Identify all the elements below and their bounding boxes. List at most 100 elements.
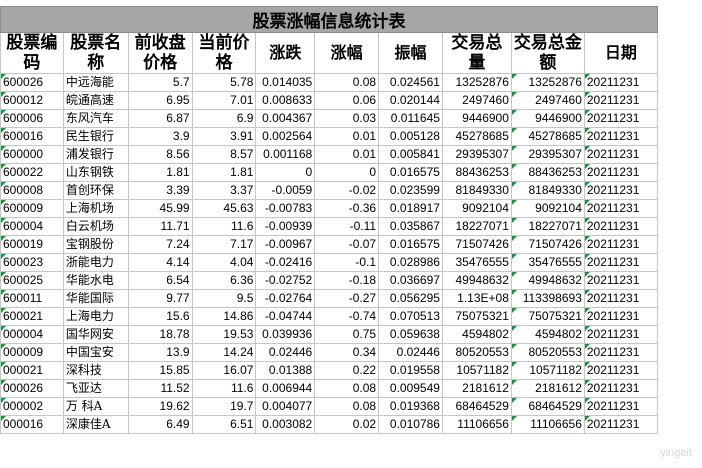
header-stock-code[interactable]: 股票编码 <box>0 32 64 74</box>
cell-change-pct[interactable]: -0.27 <box>314 289 380 308</box>
cell-amplitude[interactable]: 0.02446 <box>378 343 443 362</box>
cell-volume[interactable]: 10571182 <box>441 361 512 380</box>
cell-volume[interactable]: 35476555 <box>441 253 512 272</box>
cell-stock-code[interactable]: 000016 <box>0 415 64 434</box>
cell-prev-close[interactable]: 9.77 <box>127 289 193 308</box>
cell-change[interactable]: -0.04744 <box>255 307 316 326</box>
cell-change-pct[interactable]: 0.01 <box>314 127 380 146</box>
cell-stock-code[interactable]: 600023 <box>0 253 64 272</box>
cell-change-pct[interactable]: 0.03 <box>314 109 380 128</box>
cell-current-price[interactable]: 14.24 <box>191 343 257 362</box>
cell-change-pct[interactable]: 0 <box>314 163 380 182</box>
cell-stock-name[interactable]: 山东钢铁 <box>62 163 129 182</box>
cell-current-price[interactable]: 7.17 <box>191 235 257 254</box>
cell-stock-code[interactable]: 000004 <box>0 325 64 344</box>
cell-amplitude[interactable]: 0.070513 <box>378 307 443 326</box>
cell-volume[interactable]: 88436253 <box>441 163 512 182</box>
cell-stock-code[interactable]: 600019 <box>0 235 64 254</box>
cell-turnover[interactable]: 49948632 <box>510 271 585 290</box>
cell-date[interactable]: 20211231 <box>583 235 659 254</box>
cell-prev-close[interactable]: 5.7 <box>127 73 193 92</box>
cell-current-price[interactable]: 5.78 <box>191 73 257 92</box>
cell-stock-code[interactable]: 600009 <box>0 199 64 218</box>
cell-date[interactable]: 20211231 <box>583 415 659 434</box>
cell-current-price[interactable]: 6.9 <box>191 109 257 128</box>
cell-change[interactable]: 0.014035 <box>255 73 316 92</box>
cell-volume[interactable]: 11106656 <box>441 415 512 434</box>
cell-prev-close[interactable]: 7.24 <box>127 235 193 254</box>
cell-current-price[interactable]: 19.53 <box>191 325 257 344</box>
cell-volume[interactable]: 13252876 <box>441 73 512 92</box>
cell-current-price[interactable]: 4.04 <box>191 253 257 272</box>
cell-change[interactable]: -0.0059 <box>255 181 316 200</box>
cell-change[interactable]: 0.008633 <box>255 91 316 110</box>
cell-turnover[interactable]: 80520553 <box>510 343 585 362</box>
cell-stock-name[interactable]: 民生银行 <box>62 127 129 146</box>
cell-stock-name[interactable]: 华能水电 <box>62 271 129 290</box>
cell-date[interactable]: 20211231 <box>583 361 659 380</box>
header-change[interactable]: 涨跌 <box>255 32 316 74</box>
cell-turnover[interactable]: 71507426 <box>510 235 585 254</box>
cell-change-pct[interactable]: 0.08 <box>314 73 380 92</box>
cell-prev-close[interactable]: 6.49 <box>127 415 193 434</box>
cell-stock-code[interactable]: 000002 <box>0 397 64 416</box>
header-stock-name[interactable]: 股票名称 <box>62 32 129 74</box>
cell-current-price[interactable]: 45.63 <box>191 199 257 218</box>
cell-change[interactable]: -0.02752 <box>255 271 316 290</box>
cell-stock-code[interactable]: 600012 <box>0 91 64 110</box>
cell-date[interactable]: 20211231 <box>583 91 659 110</box>
header-current-price[interactable]: 当前价格 <box>191 32 257 74</box>
cell-turnover[interactable]: 4594802 <box>510 325 585 344</box>
cell-turnover[interactable]: 75075321 <box>510 307 585 326</box>
cell-change-pct[interactable]: 0.08 <box>314 379 380 398</box>
cell-turnover[interactable]: 81849330 <box>510 181 585 200</box>
cell-volume[interactable]: 2181612 <box>441 379 512 398</box>
header-amplitude[interactable]: 振幅 <box>378 32 443 74</box>
cell-amplitude[interactable]: 0.023599 <box>378 181 443 200</box>
cell-date[interactable]: 20211231 <box>583 163 659 182</box>
cell-stock-code[interactable]: 600026 <box>0 73 64 92</box>
cell-current-price[interactable]: 6.36 <box>191 271 257 290</box>
cell-volume[interactable]: 68464529 <box>441 397 512 416</box>
header-prev-close[interactable]: 前收盘价格 <box>127 32 193 74</box>
cell-stock-name[interactable]: 皖通高速 <box>62 91 129 110</box>
cell-stock-code[interactable]: 000026 <box>0 379 64 398</box>
cell-current-price[interactable]: 9.5 <box>191 289 257 308</box>
cell-prev-close[interactable]: 6.87 <box>127 109 193 128</box>
cell-turnover[interactable]: 35476555 <box>510 253 585 272</box>
cell-amplitude[interactable]: 0.010786 <box>378 415 443 434</box>
cell-stock-code[interactable]: 600016 <box>0 127 64 146</box>
cell-amplitude[interactable]: 0.024561 <box>378 73 443 92</box>
header-volume[interactable]: 交易总量 <box>441 32 512 74</box>
cell-prev-close[interactable]: 15.85 <box>127 361 193 380</box>
cell-volume[interactable]: 29395307 <box>441 145 512 164</box>
cell-amplitude[interactable]: 0.016575 <box>378 235 443 254</box>
cell-change-pct[interactable]: -0.11 <box>314 217 380 236</box>
cell-turnover[interactable]: 29395307 <box>510 145 585 164</box>
cell-date[interactable]: 20211231 <box>583 343 659 362</box>
cell-change[interactable]: 0 <box>255 163 316 182</box>
cell-change-pct[interactable]: 0.22 <box>314 361 380 380</box>
cell-change-pct[interactable]: 0.02 <box>314 415 380 434</box>
cell-date[interactable]: 20211231 <box>583 145 659 164</box>
cell-change[interactable]: 0.001168 <box>255 145 316 164</box>
cell-date[interactable]: 20211231 <box>583 199 659 218</box>
cell-volume[interactable]: 45278685 <box>441 127 512 146</box>
cell-turnover[interactable]: 68464529 <box>510 397 585 416</box>
cell-prev-close[interactable]: 19.62 <box>127 397 193 416</box>
cell-date[interactable]: 20211231 <box>583 181 659 200</box>
cell-amplitude[interactable]: 0.005128 <box>378 127 443 146</box>
cell-date[interactable]: 20211231 <box>583 271 659 290</box>
cell-change[interactable]: 0.002564 <box>255 127 316 146</box>
cell-current-price[interactable]: 7.01 <box>191 91 257 110</box>
cell-volume[interactable]: 71507426 <box>441 235 512 254</box>
cell-amplitude[interactable]: 0.009549 <box>378 379 443 398</box>
cell-volume[interactable]: 9446900 <box>441 109 512 128</box>
cell-change-pct[interactable]: -0.07 <box>314 235 380 254</box>
cell-prev-close[interactable]: 4.14 <box>127 253 193 272</box>
cell-date[interactable]: 20211231 <box>583 253 659 272</box>
cell-change-pct[interactable]: -0.74 <box>314 307 380 326</box>
cell-volume[interactable]: 80520553 <box>441 343 512 362</box>
cell-change-pct[interactable]: -0.1 <box>314 253 380 272</box>
cell-volume[interactable]: 49948632 <box>441 271 512 290</box>
